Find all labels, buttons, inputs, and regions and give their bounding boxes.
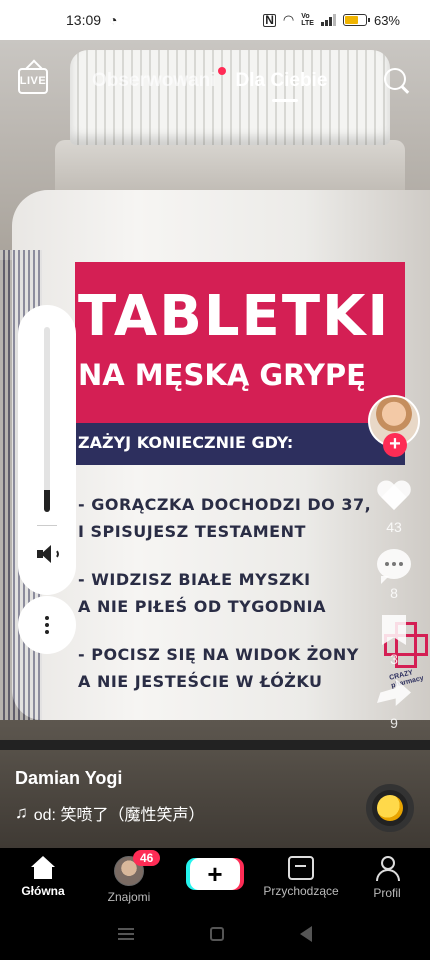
wifi-icon: ◠ (282, 12, 295, 27)
follow-button[interactable]: + (383, 433, 407, 457)
author-name[interactable]: Damian Yogi (15, 768, 204, 789)
label-title: TABLETKI (78, 284, 391, 349)
battery-icon (342, 14, 370, 26)
nav-profile[interactable]: Profil (344, 848, 430, 908)
active-tab-indicator (271, 99, 298, 102)
status-bar: 13:09 ◔ N ◠ Vo LTE 63% (0, 0, 430, 40)
back-icon[interactable] (300, 926, 312, 942)
nav-home[interactable]: Główna (0, 848, 86, 908)
nav-create[interactable]: + (172, 848, 258, 908)
avatar[interactable]: + (368, 395, 420, 457)
tab-following-label: Obserwowani (92, 70, 216, 91)
inbox-icon (288, 856, 314, 880)
share-icon (377, 679, 411, 706)
tab-following[interactable]: Obserwowani (92, 67, 226, 92)
sound-emoji-icon (377, 795, 403, 821)
share-count: 9 (390, 715, 398, 731)
nav-friends-label: Znajomi (107, 890, 151, 904)
label-banner: ZAŻYJ KONIECZNIE GDY: (78, 433, 294, 452)
bookmark-icon (382, 615, 406, 645)
more-vertical-icon[interactable] (18, 596, 76, 654)
create-button[interactable]: + (190, 858, 240, 890)
speaker-icon[interactable] (36, 543, 60, 565)
nfc-icon: N (263, 12, 276, 27)
like-count: 43 (386, 519, 402, 535)
tab-for-you[interactable]: Dla Ciebie (235, 70, 328, 102)
label-line: - POCISZ SIĘ NA WIDOK ŻONY (78, 645, 359, 664)
system-home-icon[interactable] (210, 927, 224, 941)
nav-home-label: Główna (21, 884, 65, 898)
comment-icon (377, 549, 411, 584)
sound-disc-button[interactable] (366, 784, 414, 832)
feed-tabs: Obserwowani Dla Ciebie (92, 67, 328, 102)
top-nav: LIVE Obserwowani Dla Ciebie (0, 60, 430, 106)
music-info[interactable]: ♫ od: 笑喷了（魔性笑声） (15, 801, 204, 825)
system-nav-bar (0, 908, 430, 960)
nav-inbox[interactable]: Przychodzące (258, 848, 344, 908)
video-caption: Damian Yogi ♫ od: 笑喷了（魔性笑声） (15, 768, 204, 825)
live-tv-icon[interactable]: LIVE (18, 68, 48, 94)
search-icon[interactable] (382, 66, 412, 96)
volume-level (44, 489, 50, 512)
comment-button[interactable]: 8 (366, 549, 422, 601)
notification-dot (217, 67, 226, 75)
volte-icon: Vo LTE (301, 13, 314, 27)
recent-apps-icon[interactable] (118, 928, 134, 940)
comment-count: 8 (390, 585, 398, 601)
bottom-nav: Główna 46 Znajomi + Przychodzące Profil (0, 848, 430, 908)
divider (37, 525, 57, 526)
battery-percent: 63% (373, 12, 400, 28)
music-title: od: 笑喷了（魔性笑声） (33, 807, 205, 824)
save-count: 3 (390, 651, 398, 667)
heart-icon (376, 481, 412, 513)
status-time: 13:09 (66, 12, 102, 28)
vpn-icon: ◔ (109, 12, 118, 28)
nav-inbox-label: Przychodzące (263, 884, 339, 898)
friends-badge: 46 (133, 850, 161, 866)
music-note-icon: ♫ (15, 803, 28, 822)
tab-for-you-label: Dla Ciebie (235, 70, 328, 91)
nav-profile-label: Profil (373, 886, 401, 900)
label-subtitle: NA MĘSKĄ GRYPĘ (78, 358, 366, 392)
home-icon (29, 856, 57, 880)
profile-icon (374, 856, 400, 882)
action-rail: + 43 8 3 9 (366, 395, 422, 731)
bookmark-button[interactable]: 3 (366, 615, 422, 667)
label-line: - WIDZISZ BIAŁE MYSZKI (78, 570, 311, 589)
label-line: A NIE JESTEŚCIE W ŁÓŻKU (78, 672, 323, 691)
like-button[interactable]: 43 (366, 481, 422, 535)
label-line: - GORĄCZKA DOCHODZI DO 37, (78, 495, 372, 514)
signal-icon (320, 14, 336, 26)
label-line: A NIE PIŁEŚ OD TYGODNIA (78, 597, 326, 616)
volume-panel (18, 305, 76, 595)
volume-slider[interactable] (44, 327, 50, 512)
nav-friends[interactable]: 46 Znajomi (86, 848, 172, 908)
share-button[interactable]: 9 (366, 679, 422, 731)
label-line: I SPISUJESZ TESTAMENT (78, 522, 306, 541)
